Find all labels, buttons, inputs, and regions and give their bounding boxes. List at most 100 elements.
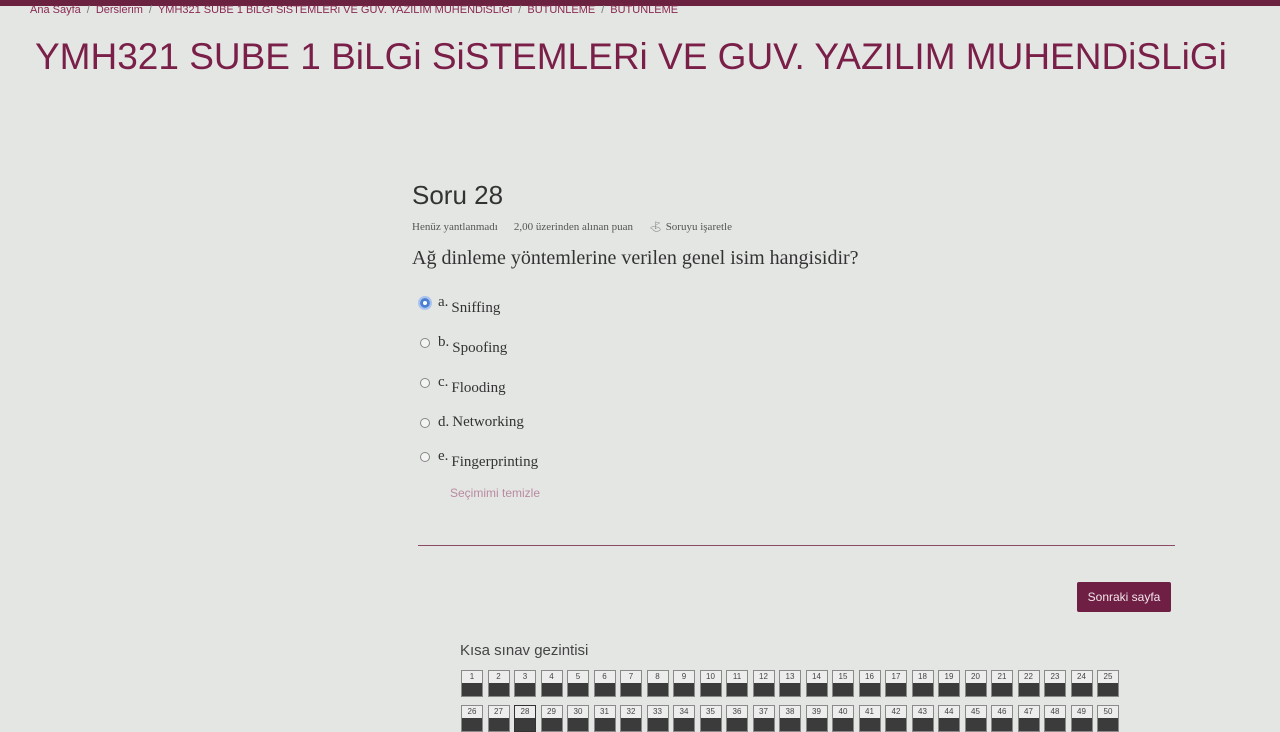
option-letter: e.: [438, 448, 449, 464]
quiz-nav-number: 49: [1071, 706, 1092, 718]
quiz-nav-button[interactable]: 14: [805, 670, 828, 697]
quiz-nav-button[interactable]: 25: [1097, 670, 1119, 697]
answer-option-c[interactable]: c. Flooding: [420, 374, 1175, 414]
option-text: Spoofing: [452, 340, 508, 356]
quiz-nav-button[interactable]: 9: [673, 670, 695, 697]
quiz-nav-button[interactable]: 37: [752, 705, 775, 732]
quiz-nav-button[interactable]: 40: [832, 705, 854, 732]
quiz-nav-button[interactable]: 42: [885, 705, 907, 732]
quiz-nav-button[interactable]: 16: [858, 670, 881, 697]
quiz-nav-number: 13: [780, 671, 800, 683]
quiz-nav-number: 5: [568, 671, 588, 683]
quiz-nav-button[interactable]: 45: [964, 705, 987, 732]
quiz-nav-button[interactable]: 4: [540, 670, 563, 697]
quiz-nav-status-fill: [674, 683, 694, 696]
breadcrumb-separator: /: [601, 4, 605, 16]
quiz-nav-number: 34: [674, 706, 694, 718]
quiz-nav-button[interactable]: 7: [620, 670, 642, 697]
quiz-nav-button[interactable]: 36: [726, 705, 748, 732]
quiz-nav-button[interactable]: 28: [514, 705, 536, 732]
course-title: YMH321 SUBE 1 BiLGi SiSTEMLERi VE GUV. Y…: [35, 36, 1227, 77]
quiz-nav-button[interactable]: 3: [514, 670, 536, 697]
quiz-nav-number: 9: [674, 671, 694, 683]
answer-option-e[interactable]: e. Fingerprinting: [420, 448, 1175, 488]
answer-option-d[interactable]: d. Networking: [420, 414, 1175, 448]
quiz-nav-number: 12: [753, 671, 774, 683]
quiz-nav-number: 3: [515, 671, 535, 683]
quiz-nav-button[interactable]: 2: [487, 670, 510, 697]
quiz-nav-status-fill: [462, 683, 482, 696]
quiz-nav-button[interactable]: 6: [593, 670, 616, 697]
radio-button-e[interactable]: [420, 452, 430, 462]
question-status: Henüz yantlanmadı: [412, 221, 498, 233]
quiz-nav-button[interactable]: 32: [620, 705, 642, 732]
quiz-nav-button[interactable]: 35: [699, 705, 722, 732]
flag-question-button[interactable]: ⛳︎ Soruyu işaretle: [649, 221, 732, 233]
quiz-nav-button[interactable]: 41: [858, 705, 881, 732]
clear-selection-link[interactable]: Seçimimi temizle: [450, 486, 1175, 500]
radio-button-d[interactable]: [420, 418, 430, 428]
answer-option-b[interactable]: b. Spoofing: [420, 334, 1175, 374]
quiz-nav-button[interactable]: 30: [567, 705, 589, 732]
quiz-nav-status-fill: [833, 683, 853, 696]
quiz-nav-button[interactable]: 5: [567, 670, 589, 697]
flag-icon: ⛳︎: [648, 221, 662, 233]
quiz-nav-button[interactable]: 17: [885, 670, 907, 697]
quiz-nav-button[interactable]: 38: [779, 705, 801, 732]
quiz-nav-button[interactable]: 49: [1070, 705, 1093, 732]
quiz-nav-button[interactable]: 29: [540, 705, 563, 732]
quiz-nav-number: 37: [753, 706, 774, 718]
quiz-nav-number: 45: [965, 706, 986, 718]
quiz-nav-status-fill: [700, 683, 721, 696]
quiz-nav-button[interactable]: 10: [699, 670, 722, 697]
quiz-nav-button[interactable]: 15: [832, 670, 854, 697]
quiz-nav-button[interactable]: 20: [964, 670, 987, 697]
quiz-nav-button[interactable]: 34: [673, 705, 695, 732]
quiz-nav-button[interactable]: 12: [752, 670, 775, 697]
quiz-nav-button[interactable]: 27: [487, 705, 510, 732]
radio-button-b[interactable]: [420, 338, 430, 348]
quiz-nav-number: 15: [833, 671, 853, 683]
quiz-nav-button[interactable]: 33: [646, 705, 669, 732]
breadcrumb-course[interactable]: YMH321 SUBE 1 BiLGi SiSTEMLERi VE GUV. Y…: [158, 4, 512, 16]
quiz-nav-button[interactable]: 44: [938, 705, 960, 732]
quiz-nav-button[interactable]: 21: [991, 670, 1013, 697]
breadcrumb-courses[interactable]: Derslerim: [96, 4, 143, 16]
quiz-nav-button[interactable]: 24: [1070, 670, 1093, 697]
quiz-nav-button[interactable]: 22: [1017, 670, 1040, 697]
quiz-nav-status-fill: [886, 683, 906, 696]
quiz-nav-button[interactable]: 50: [1097, 705, 1119, 732]
quiz-nav-button[interactable]: 43: [911, 705, 934, 732]
quiz-nav-status-fill: [806, 683, 827, 696]
radio-button-a[interactable]: [418, 296, 432, 310]
quiz-nav-button[interactable]: 47: [1017, 705, 1040, 732]
quiz-nav-button[interactable]: 48: [1044, 705, 1066, 732]
quiz-nav-number: 23: [1045, 671, 1065, 683]
breadcrumb-section[interactable]: BÜTÜNLEME: [527, 4, 595, 16]
quiz-nav-status-fill: [515, 683, 535, 696]
quiz-nav-number: 38: [780, 706, 800, 718]
quiz-nav-button[interactable]: 46: [991, 705, 1013, 732]
quiz-nav-button[interactable]: 31: [593, 705, 616, 732]
quiz-nav-number: 2: [488, 671, 509, 683]
quiz-nav-button[interactable]: 8: [646, 670, 669, 697]
quiz-nav-button[interactable]: 1: [461, 670, 483, 697]
quiz-nav-button[interactable]: 19: [938, 670, 960, 697]
radio-button-c[interactable]: [420, 378, 430, 388]
quiz-nav-button[interactable]: 18: [911, 670, 934, 697]
quiz-nav-number: 21: [992, 671, 1012, 683]
quiz-nav-button[interactable]: 23: [1044, 670, 1066, 697]
breadcrumb-quiz[interactable]: BÜTÜNLEME: [610, 4, 678, 16]
quiz-nav-button[interactable]: 13: [779, 670, 801, 697]
quiz-nav-number: 36: [727, 706, 747, 718]
answer-option-a[interactable]: a. Sniffing: [418, 294, 1175, 334]
quiz-nav-button[interactable]: 26: [461, 705, 483, 732]
question-meta: Henüz yantlanmadı 2,00 üzerinden alınan …: [412, 221, 1175, 233]
breadcrumb: Ana Sayfa / Derslerim / YMH321 SUBE 1 BiLGi …: [30, 4, 678, 16]
quiz-nav-button[interactable]: 11: [726, 670, 748, 697]
breadcrumb-home[interactable]: Ana Sayfa: [30, 4, 81, 16]
question-heading: Soru 28: [412, 180, 504, 210]
next-page-button[interactable]: Sonraki sayfa: [1077, 582, 1171, 612]
quiz-nav-button[interactable]: 39: [805, 705, 828, 732]
quiz-nav-number: 40: [833, 706, 853, 718]
